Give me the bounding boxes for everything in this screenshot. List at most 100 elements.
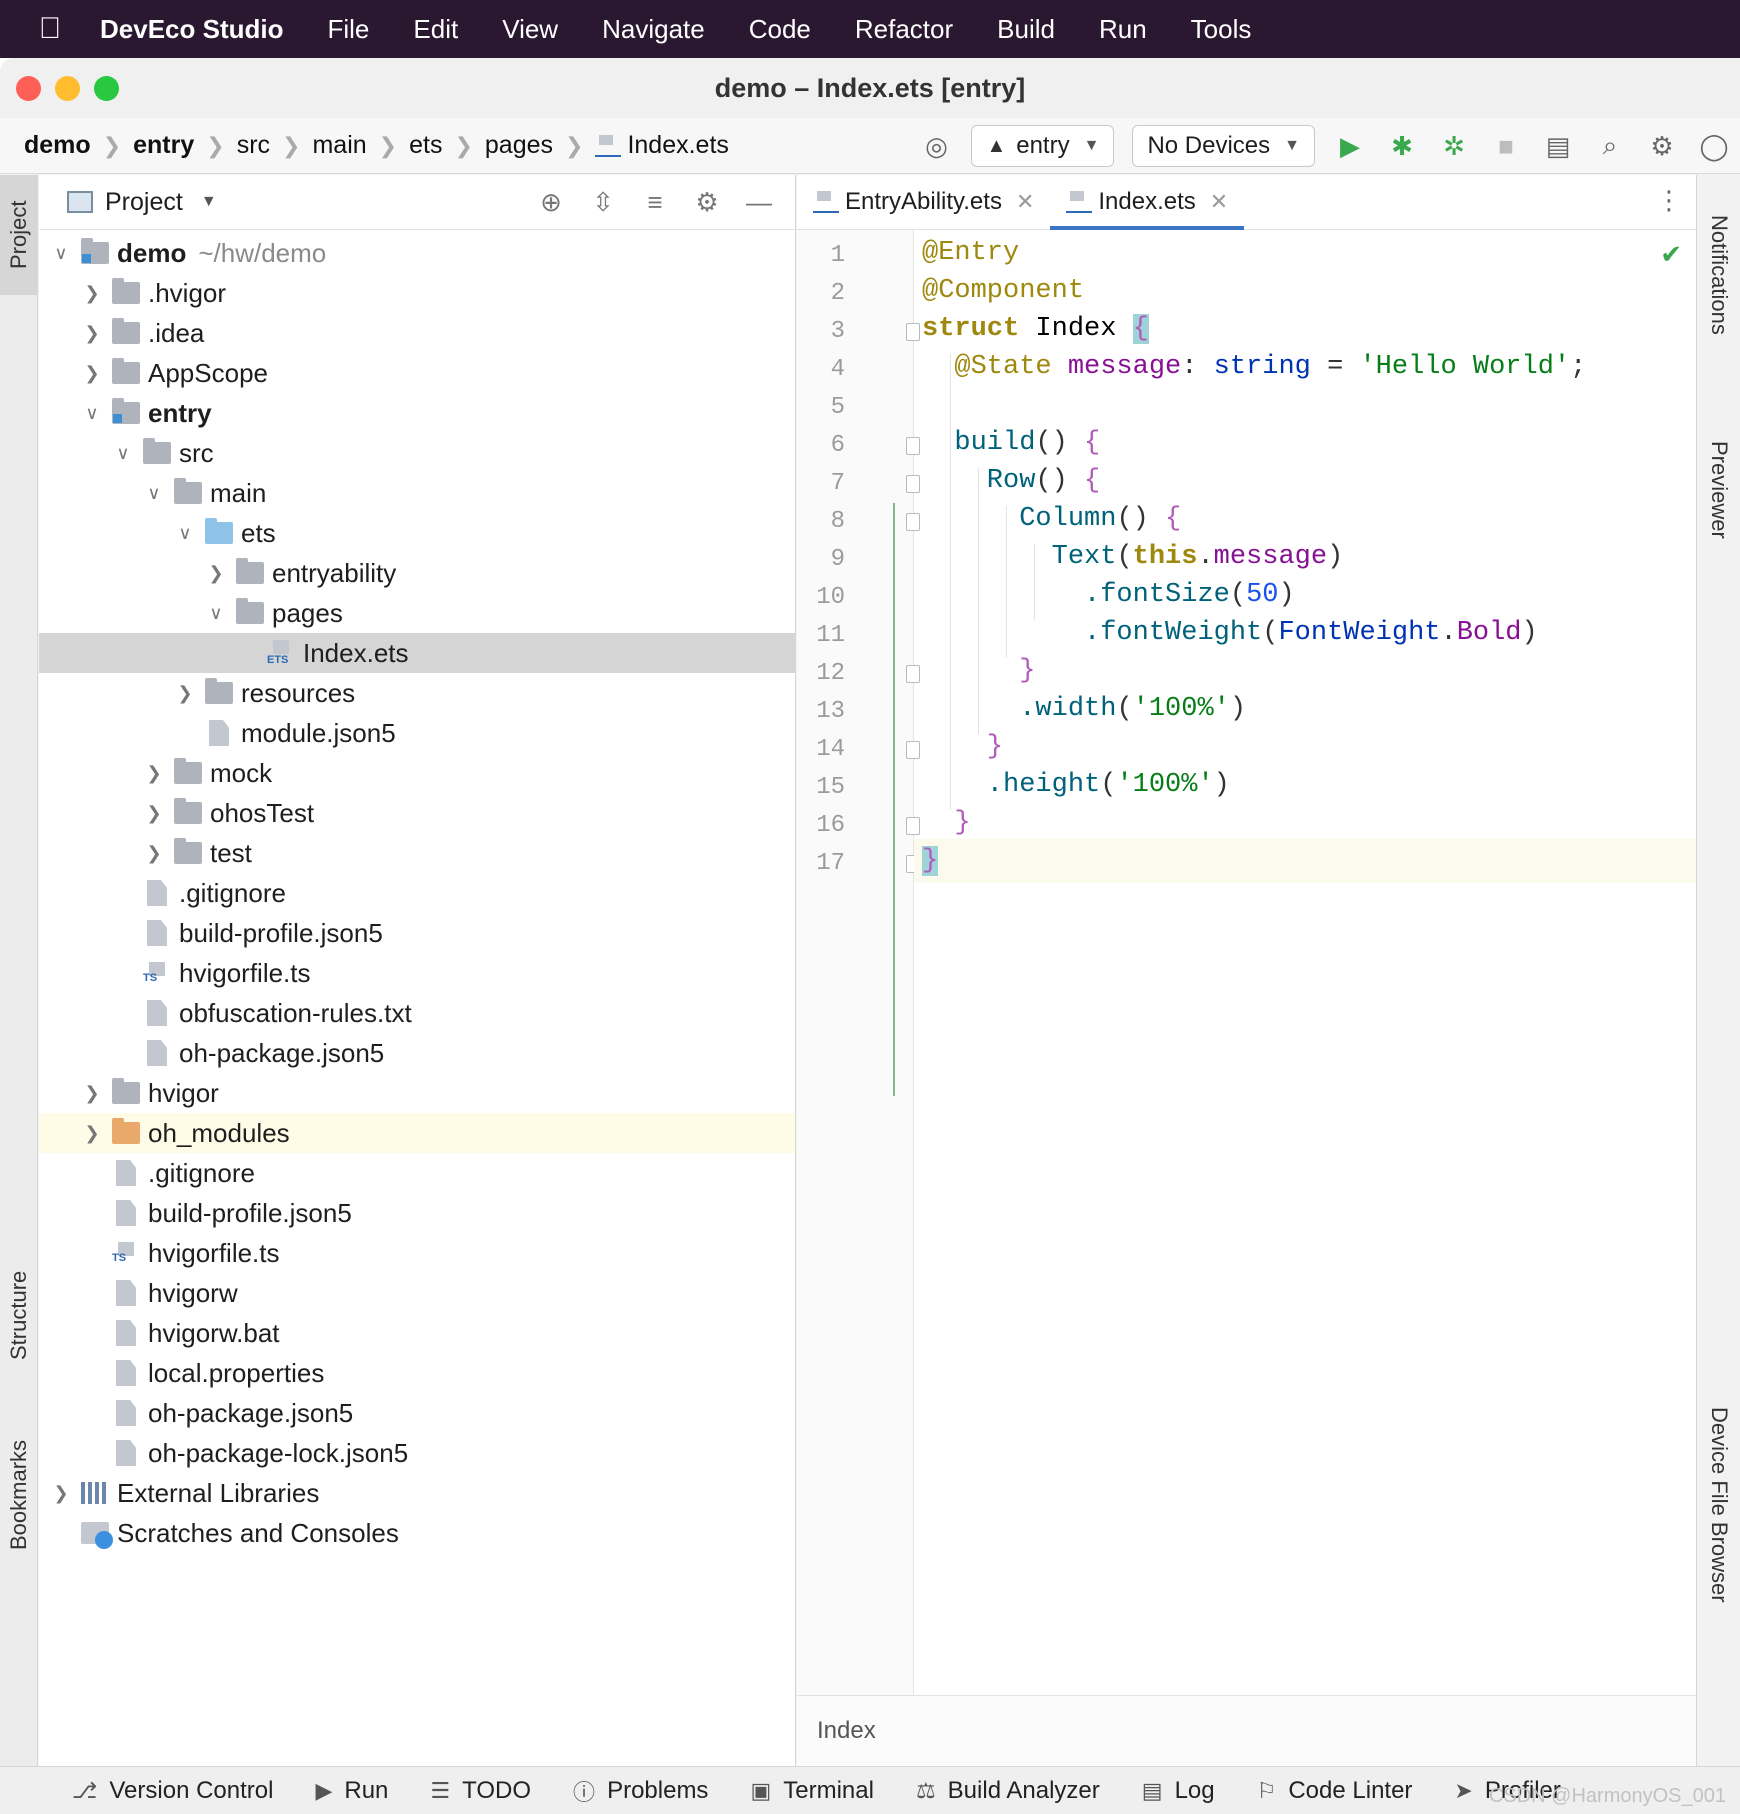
tree-item[interactable]: module.json5 <box>39 713 795 753</box>
tab-bookmarks[interactable]: Bookmarks <box>0 1405 38 1585</box>
tool-window-log[interactable]: ▤ Log <box>1142 1777 1215 1805</box>
chevron-right-icon[interactable]: ❯ <box>80 1083 104 1104</box>
tree-item[interactable]: hvigorw <box>39 1273 795 1313</box>
close-icon[interactable]: ✕ <box>1210 189 1228 215</box>
menu-edit[interactable]: Edit <box>413 14 458 45</box>
chevron-down-icon[interactable]: ∨ <box>49 243 73 264</box>
minimize-window-button[interactable] <box>55 76 80 101</box>
chevron-right-icon[interactable]: ❯ <box>80 283 104 304</box>
tree-item[interactable]: .gitignore <box>39 873 795 913</box>
tree-item[interactable]: ❯ oh_modules <box>39 1113 795 1153</box>
tab-notifications[interactable]: Notifications <box>1697 185 1740 365</box>
tree-item[interactable]: local.properties <box>39 1353 795 1393</box>
tab-structure[interactable]: Structure <box>0 1235 38 1395</box>
menu-view[interactable]: View <box>502 14 558 45</box>
tree-item[interactable]: ❯ resources <box>39 673 795 713</box>
tree-item[interactable]: .gitignore <box>39 1153 795 1193</box>
close-icon[interactable]: ✕ <box>1016 189 1034 215</box>
app-menu[interactable]: DevEco Studio <box>100 14 283 45</box>
tree-item[interactable]: oh-package-lock.json5 <box>39 1433 795 1473</box>
tree-item[interactable]: ❯ .idea <box>39 313 795 353</box>
chevron-right-icon[interactable]: ❯ <box>173 683 197 704</box>
chevron-right-icon[interactable]: ❯ <box>204 563 228 584</box>
more-options-icon[interactable]: ⋮ <box>1656 185 1682 216</box>
tree-item[interactable]: hvigorw.bat <box>39 1313 795 1353</box>
expand-all-icon[interactable]: ⇳ <box>577 187 629 218</box>
tree-item[interactable]: oh-package.json5 <box>39 1033 795 1073</box>
tool-window-run[interactable]: ▶ Run <box>315 1777 388 1805</box>
menu-file[interactable]: File <box>327 14 369 45</box>
tree-item[interactable]: ❯ ohosTest <box>39 793 795 833</box>
tree-item[interactable]: build-profile.json5 <box>39 1193 795 1233</box>
account-icon[interactable]: ◯ <box>1694 126 1734 166</box>
gear-icon[interactable]: ⚙ <box>681 187 733 218</box>
menu-run[interactable]: Run <box>1099 14 1147 45</box>
tab-previewer[interactable]: Previewer <box>1697 415 1740 565</box>
stop-icon[interactable]: ■ <box>1486 126 1526 166</box>
chevron-down-icon[interactable]: ∨ <box>111 443 135 464</box>
device-select[interactable]: No Devices ▼ <box>1132 125 1315 167</box>
tree-item[interactable]: ∨ pages <box>39 593 795 633</box>
chevron-down-icon[interactable]: ▼ <box>201 193 217 211</box>
tab-project[interactable]: Project <box>0 175 38 295</box>
tree-item[interactable]: hvigorfile.ts <box>39 1233 795 1273</box>
tool-window-problems[interactable]: ⓘ Problems <box>573 1775 708 1807</box>
zoom-window-button[interactable] <box>94 76 119 101</box>
menu-navigate[interactable]: Navigate <box>602 14 705 45</box>
chevron-down-icon[interactable]: ∨ <box>80 403 104 424</box>
tree-item[interactable]: obfuscation-rules.txt <box>39 993 795 1033</box>
chevron-right-icon[interactable]: ❯ <box>80 363 104 384</box>
chevron-right-icon[interactable]: ❯ <box>80 1123 104 1144</box>
tool-window-todo[interactable]: ☰ TODO <box>430 1777 531 1805</box>
tree-item[interactable]: ❯ mock <box>39 753 795 793</box>
locate-file-icon[interactable]: ⊕ <box>525 187 577 218</box>
attach-debugger-icon[interactable]: ✲ <box>1434 126 1474 166</box>
tree-item[interactable]: Scratches and Consoles <box>39 1513 795 1553</box>
tree-item[interactable]: ❯ AppScope <box>39 353 795 393</box>
collapse-all-icon[interactable]: ≡ <box>629 187 681 218</box>
search-icon[interactable]: ⌕ <box>1590 126 1630 166</box>
debug-icon[interactable]: ✱ <box>1382 126 1422 166</box>
tree-item[interactable]: build-profile.json5 <box>39 913 795 953</box>
close-window-button[interactable] <box>16 76 41 101</box>
breadcrumb-src[interactable]: src <box>237 131 270 160</box>
tree-item[interactable]: ∨ ets <box>39 513 795 553</box>
menu-refactor[interactable]: Refactor <box>855 14 953 45</box>
hide-panel-icon[interactable]: — <box>733 187 785 218</box>
editor-breadcrumb[interactable]: Index <box>797 1695 1696 1765</box>
tool-window-version-control[interactable]: ⎇ Version Control <box>72 1777 273 1805</box>
tree-item[interactable]: ❯ hvigor <box>39 1073 795 1113</box>
chevron-down-icon[interactable]: ∨ <box>142 483 166 504</box>
tree-item[interactable]: ❯ .hvigor <box>39 273 795 313</box>
tree-item[interactable]: Index.ets <box>39 633 795 673</box>
tree-item[interactable]: ∨ entry <box>39 393 795 433</box>
tool-window-build-analyzer[interactable]: ⚖ Build Analyzer <box>916 1777 1100 1805</box>
apple-menu-icon[interactable]:  <box>0 12 100 46</box>
tree-item[interactable]: oh-package.json5 <box>39 1393 795 1433</box>
chevron-right-icon[interactable]: ❯ <box>49 1483 73 1504</box>
code-line[interactable]: } <box>914 839 1696 883</box>
chevron-right-icon[interactable]: ❯ <box>80 323 104 344</box>
tree-item[interactable]: ❯ External Libraries <box>39 1473 795 1513</box>
chevron-right-icon[interactable]: ❯ <box>142 803 166 824</box>
tab-entryability-ets[interactable]: EntryAbility.ets ✕ <box>797 175 1050 229</box>
tree-item[interactable]: hvigorfile.ts <box>39 953 795 993</box>
breadcrumb-demo[interactable]: demo <box>24 131 91 160</box>
chevron-down-icon[interactable]: ∨ <box>173 523 197 544</box>
project-structure-icon[interactable]: ▤ <box>1538 126 1578 166</box>
chevron-right-icon[interactable]: ❯ <box>142 763 166 784</box>
breadcrumb-ets[interactable]: ets <box>409 131 442 160</box>
tree-item[interactable]: ❯ entryability <box>39 553 795 593</box>
menu-build[interactable]: Build <box>997 14 1055 45</box>
tree-item[interactable]: ∨ main <box>39 473 795 513</box>
inspection-ok-icon[interactable]: ✔ <box>1660 239 1682 270</box>
breadcrumb-pages[interactable]: pages <box>485 131 553 160</box>
gear-icon[interactable]: ⚙ <box>1642 126 1682 166</box>
tree-item[interactable]: ∨ demo ~/hw/demo <box>39 233 795 273</box>
tab-device-file-browser[interactable]: Device File Browser <box>1697 1375 1740 1635</box>
tree-item[interactable]: ∨ src <box>39 433 795 473</box>
code-area[interactable]: @Entry @Component struct Index { @State me… <box>914 230 1696 1695</box>
tree-item[interactable]: ❯ test <box>39 833 795 873</box>
run-icon[interactable]: ▶ <box>1330 126 1370 166</box>
breadcrumb-entry[interactable]: entry <box>133 131 194 160</box>
